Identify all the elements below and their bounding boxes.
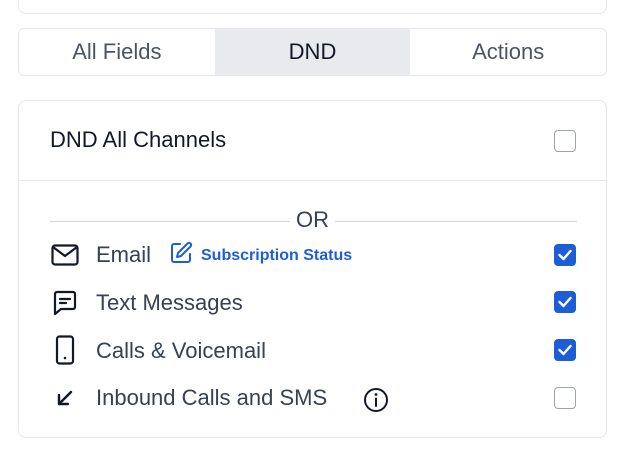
phone-icon (50, 335, 80, 365)
dnd-all-checkbox[interactable] (554, 130, 576, 152)
tab-dnd[interactable]: DND (214, 29, 411, 75)
tab-actions[interactable]: Actions (410, 29, 606, 75)
channel-label-email: Email (96, 242, 152, 267)
tab-bar: All Fields DND Actions (18, 28, 607, 76)
dnd-panel: DND All Channels OR Email Subscription S… (18, 100, 607, 438)
top-card (18, 0, 607, 14)
edit-icon (169, 241, 193, 270)
arrow-down-left-icon (50, 383, 80, 413)
mail-icon (50, 240, 80, 270)
dnd-all-row: DND All Channels (19, 101, 606, 181)
inbound-checkbox[interactable] (554, 387, 576, 409)
email-checkbox[interactable] (554, 244, 576, 266)
channel-label-calls: Calls & Voicemail (96, 338, 266, 363)
calls-checkbox[interactable] (554, 339, 576, 361)
channel-label-inbound: Inbound Calls and SMS (96, 385, 328, 410)
message-icon (50, 288, 80, 318)
dnd-all-label: DND All Channels (50, 127, 227, 152)
subscription-status-label: Subscription Status (201, 246, 353, 264)
subscription-status-link[interactable]: Subscription Status (169, 241, 352, 270)
info-icon[interactable] (363, 387, 389, 413)
text-checkbox[interactable] (554, 291, 576, 313)
or-label: OR (290, 207, 335, 232)
tab-all-fields[interactable]: All Fields (19, 29, 215, 75)
or-separator: OR (19, 207, 606, 233)
channel-label-text: Text Messages (96, 290, 243, 315)
